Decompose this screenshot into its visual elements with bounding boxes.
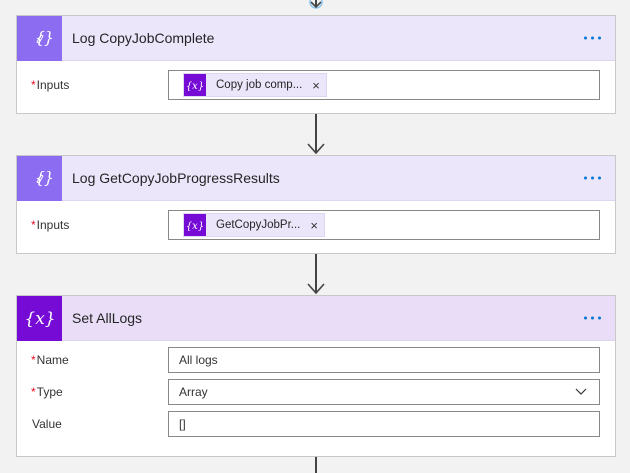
- variable-token-icon: {x}: [184, 214, 206, 236]
- card-title: Set AllLogs: [72, 310, 143, 326]
- card-header[interactable]: { } Log CopyJobComplete: [17, 15, 615, 61]
- field-row-name: *Name All logs: [17, 344, 615, 376]
- chevron-down-icon: [575, 388, 587, 395]
- dynamic-content-token[interactable]: {x} Copy job comp... ×: [183, 73, 327, 97]
- variable-curly-brace-icon: {x}: [17, 295, 62, 341]
- token-text: Copy job comp...: [216, 79, 303, 91]
- card-header[interactable]: {x} Set AllLogs: [17, 295, 615, 341]
- svg-text:{x}: {x}: [187, 221, 203, 232]
- connector-arrow-icon: [307, 143, 325, 155]
- token-remove-icon[interactable]: ×: [312, 79, 320, 92]
- dynamic-content-token[interactable]: {x} GetCopyJobPr... ×: [183, 213, 325, 237]
- card-title: Log CopyJobComplete: [72, 30, 215, 46]
- name-field[interactable]: All logs: [168, 347, 600, 373]
- action-card-set-alllogs[interactable]: {x} Set AllLogs *Name All logs *Type Arr…: [16, 295, 616, 457]
- action-card-log-getcopyjobprogressresults[interactable]: { } Log GetCopyJobProgressResults *Input…: [16, 155, 616, 254]
- variable-curly-brace-icon: { }: [17, 155, 62, 201]
- field-row-type: *Type Array: [17, 376, 615, 408]
- card-title: Log GetCopyJobProgressResults: [72, 170, 280, 186]
- svg-text:{x}: {x}: [187, 81, 203, 92]
- more-options-icon[interactable]: [580, 173, 605, 184]
- connector-top-arrow-icon: [309, 0, 323, 9]
- more-options-icon[interactable]: [580, 313, 605, 324]
- card-body: *Name All logs *Type Array Value []: [17, 341, 615, 446]
- connector-arrow-icon: [307, 283, 325, 295]
- field-label: *Inputs: [31, 218, 70, 232]
- variable-curly-brace-icon: { }: [17, 15, 62, 61]
- field-label: *Type: [31, 385, 63, 399]
- token-remove-icon[interactable]: ×: [310, 219, 318, 232]
- inputs-field[interactable]: {x} Copy job comp... ×: [168, 70, 600, 100]
- field-row-value: Value []: [17, 408, 615, 440]
- svg-text:{x}: {x}: [25, 309, 55, 329]
- svg-text:}: }: [43, 168, 52, 187]
- action-card-log-copyjobcomplete[interactable]: { } Log CopyJobComplete *Inputs {x} Copy…: [16, 15, 616, 114]
- variable-token-icon: {x}: [184, 74, 206, 96]
- field-row-inputs: *Inputs {x} Copy job comp... ×: [17, 67, 615, 103]
- card-body: *Inputs {x} GetCopyJobPr... ×: [17, 201, 615, 249]
- token-text: GetCopyJobPr...: [216, 219, 301, 231]
- field-label: *Name: [31, 353, 69, 367]
- field-row-inputs: *Inputs {x} GetCopyJobPr... ×: [17, 207, 615, 243]
- card-body: *Inputs {x} Copy job comp... ×: [17, 61, 615, 109]
- field-label: *Inputs: [31, 78, 70, 92]
- card-header[interactable]: { } Log GetCopyJobProgressResults: [17, 155, 615, 201]
- connector-bottom: [315, 457, 317, 473]
- inputs-field[interactable]: {x} GetCopyJobPr... ×: [168, 210, 600, 240]
- more-options-icon[interactable]: [580, 33, 605, 44]
- field-label: Value: [32, 417, 62, 431]
- value-field[interactable]: []: [168, 411, 600, 437]
- type-select[interactable]: Array: [168, 379, 600, 405]
- svg-text:}: }: [43, 28, 52, 47]
